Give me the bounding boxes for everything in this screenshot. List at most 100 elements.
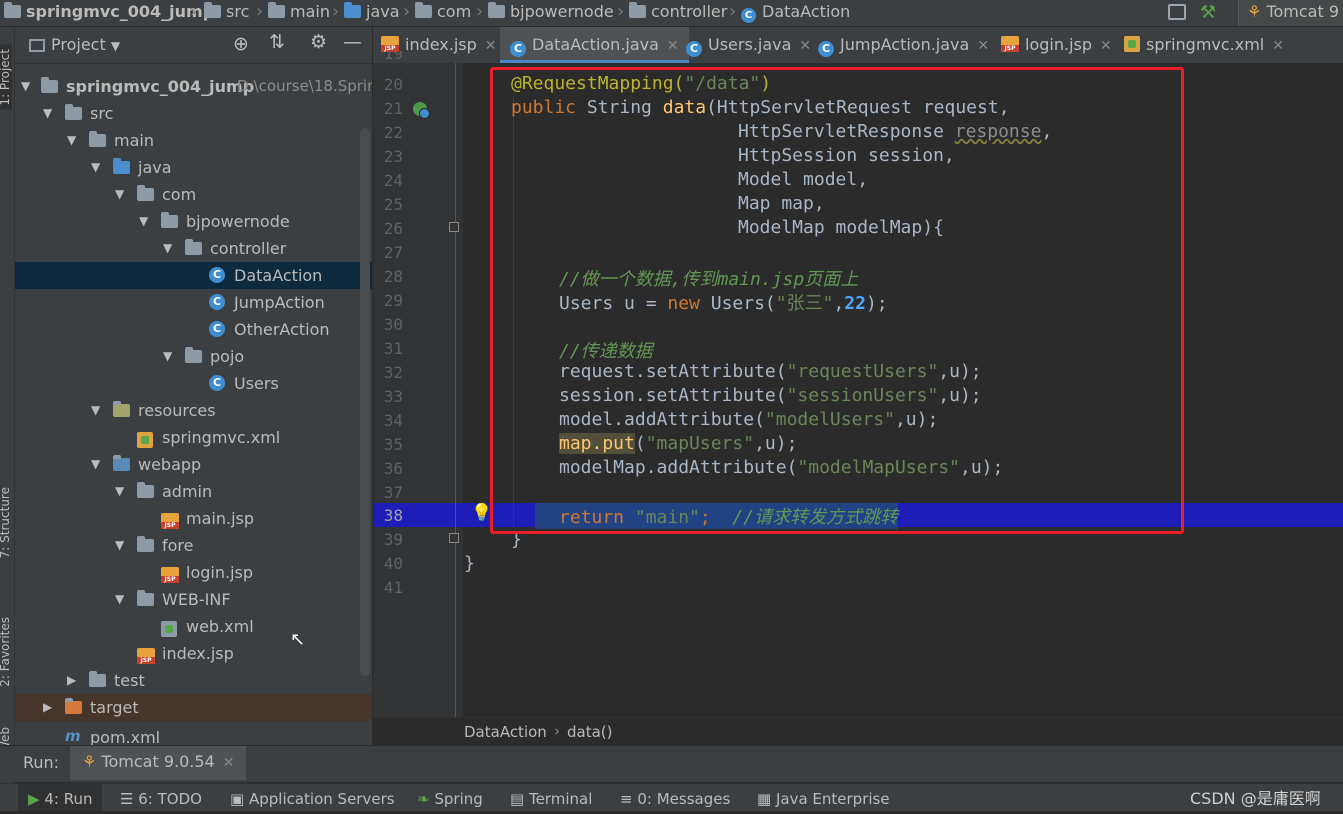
line-number: 34 <box>383 411 403 430</box>
crumb-com[interactable]: com <box>415 0 471 26</box>
class-icon: C <box>818 41 834 57</box>
folder-icon <box>4 2 21 18</box>
tree-scrollbar[interactable] <box>360 128 370 676</box>
tree-row-root[interactable]: ▼ springmvc_004_jump D:\course\18.Sprin <box>15 73 372 100</box>
tree-row-web-inf[interactable]: ▼ WEB-INF <box>15 586 372 613</box>
tree-row-index-jsp[interactable]: index.jsp <box>15 640 372 667</box>
watermark: CSDN @是庸医啊 <box>1190 789 1321 808</box>
tree-row-main-jsp[interactable]: main.jsp <box>15 505 372 532</box>
chevron-right-icon: › <box>729 1 737 22</box>
fold-marker-icon[interactable] <box>449 533 459 543</box>
dropdown-arrow-icon: ▼ <box>110 39 121 53</box>
close-icon[interactable]: ✕ <box>1272 38 1284 54</box>
layout-icon[interactable] <box>1168 4 1186 20</box>
folder-icon <box>204 2 221 18</box>
line-number: 23 <box>383 147 403 166</box>
annotation-highlight-box <box>490 67 1184 534</box>
tree-row-target[interactable]: ▶ target <box>15 694 372 721</box>
tab-login-jsp[interactable]: login.jsp✕ <box>1001 27 1112 63</box>
build-hammer-icon[interactable]: ⚒ <box>1200 2 1216 23</box>
tree-row-test[interactable]: ▶ test <box>15 667 372 694</box>
tree-row-users[interactable]: C Users <box>15 370 372 397</box>
minimize-icon[interactable]: — <box>343 31 362 53</box>
java-enterprise-icon: ▦ <box>757 790 772 808</box>
tree-row-webapp[interactable]: ▼ webapp <box>15 451 372 478</box>
run-config-selector[interactable]: ⚘ Tomcat 9 <box>1238 0 1343 26</box>
tab-users-java[interactable]: C Users.java ✕ <box>686 27 811 63</box>
toolwindow-application-servers[interactable]: ▣ Application Servers <box>230 784 395 811</box>
tree-row-pom-xml[interactable]: m pom.xml <box>15 724 372 746</box>
tab-jumpaction-java[interactable]: C JumpAction.java ✕ <box>818 27 989 63</box>
favorites-toolwindow-tab[interactable]: 2: Favorites <box>0 617 12 687</box>
crumb-main[interactable]: main <box>268 0 330 26</box>
crumb-project[interactable]: springmvc_004_jump <box>4 0 214 26</box>
crumb-bjpowernode[interactable]: bjpowernode <box>488 0 614 26</box>
toolwindow-spring[interactable]: ❧ Spring <box>417 784 483 811</box>
server-icon: ▣ <box>230 790 245 808</box>
line-number: 35 <box>383 435 403 454</box>
tree-row-controller[interactable]: ▼ controller <box>15 235 372 262</box>
toolwindow-terminal[interactable]: ▤ Terminal <box>510 784 592 811</box>
line-number: 24 <box>383 171 403 190</box>
tree-row-java[interactable]: ▼ java <box>15 154 372 181</box>
tree-row-web-xml[interactable]: web.xml <box>15 613 372 640</box>
close-icon[interactable]: ✕ <box>1100 38 1112 54</box>
package-icon <box>488 2 505 18</box>
tree-row-otheraction[interactable]: C OtherAction <box>15 316 372 343</box>
tool-window-bar: ▶ 4: Run ☰ 6: TODO ▣ Application Servers… <box>0 783 1343 811</box>
close-icon[interactable]: ✕ <box>799 38 811 54</box>
toolwindow-messages[interactable]: ≡ 0: Messages <box>620 784 730 811</box>
folder-icon <box>89 671 106 687</box>
tree-row-com[interactable]: ▼ com <box>15 181 372 208</box>
toolwindow-java-enterprise[interactable]: ▦ Java Enterprise <box>757 784 890 811</box>
collapse-all-icon[interactable]: ⇅ <box>269 31 285 53</box>
tree-row-fore[interactable]: ▼ fore <box>15 532 372 559</box>
close-icon[interactable]: ✕ <box>977 38 989 54</box>
project-toolwindow-tab[interactable]: 1: Project <box>0 45 12 110</box>
crumb-dataaction[interactable]: C DataAction <box>741 0 850 26</box>
breadcrumb-class[interactable]: DataAction <box>464 723 547 741</box>
class-icon: C <box>209 375 225 391</box>
editor-breadcrumb: DataAction › data() <box>373 717 1343 746</box>
tree-row-main[interactable]: ▼ main <box>15 127 372 154</box>
tree-row-resources[interactable]: ▼ resources <box>15 397 372 424</box>
line-number: 29 <box>383 291 403 310</box>
tree-row-pojo[interactable]: ▼ pojo <box>15 343 372 370</box>
project-view-selector[interactable]: Project ▼ <box>51 35 120 54</box>
breadcrumb-method[interactable]: data() <box>567 723 613 741</box>
line-number: 33 <box>383 387 403 406</box>
chevron-right-icon: › <box>332 1 340 22</box>
tab-springmvc-xml[interactable]: springmvc.xml ✕ <box>1124 27 1284 63</box>
toolwindow-todo[interactable]: ☰ 6: TODO <box>120 784 202 811</box>
lightbulb-icon[interactable]: 💡 <box>471 503 492 523</box>
tomcat-icon: ⚘ <box>1247 2 1262 21</box>
toolwindow-run[interactable]: ▶ 4: Run <box>18 784 103 811</box>
tree-row-bjpowernode[interactable]: ▼ bjpowernode <box>15 208 372 235</box>
close-icon[interactable]: ✕ <box>485 38 497 54</box>
crumb-java[interactable]: java <box>344 0 400 26</box>
tree-row-login-jsp[interactable]: login.jsp <box>15 559 372 586</box>
fold-marker-icon[interactable] <box>449 222 459 232</box>
line-number: 25 <box>383 195 403 214</box>
crumb-controller[interactable]: controller <box>629 0 727 26</box>
run-tab-tomcat[interactable]: ⚘ Tomcat 9.0.54 ✕ <box>70 746 247 780</box>
gear-icon[interactable]: ⚙ <box>310 31 327 53</box>
jsp-file-icon <box>161 567 179 583</box>
close-icon[interactable]: ✕ <box>667 38 679 54</box>
tree-row-dataaction[interactable]: C DataAction <box>15 262 372 289</box>
tree-row-admin[interactable]: ▼ admin <box>15 478 372 505</box>
structure-toolwindow-tab[interactable]: 7: Structure <box>0 487 12 558</box>
excluded-folder-icon <box>65 698 82 714</box>
crumb-src[interactable]: src <box>204 0 249 26</box>
tree-row-springmvc-xml[interactable]: springmvc.xml <box>15 424 372 451</box>
tab-dataaction-java[interactable]: C DataAction.java ✕ <box>500 27 689 63</box>
close-icon[interactable]: ✕ <box>223 755 235 771</box>
folder-icon <box>137 590 154 606</box>
line-number: 28 <box>383 267 403 286</box>
class-icon: C <box>686 41 702 57</box>
tree-row-jumpaction[interactable]: C JumpAction <box>15 289 372 316</box>
maven-icon: m <box>65 727 81 745</box>
package-icon <box>415 2 432 18</box>
tree-row-src[interactable]: ▼ src <box>15 100 372 127</box>
locate-target-icon[interactable]: ⊕ <box>233 33 249 55</box>
